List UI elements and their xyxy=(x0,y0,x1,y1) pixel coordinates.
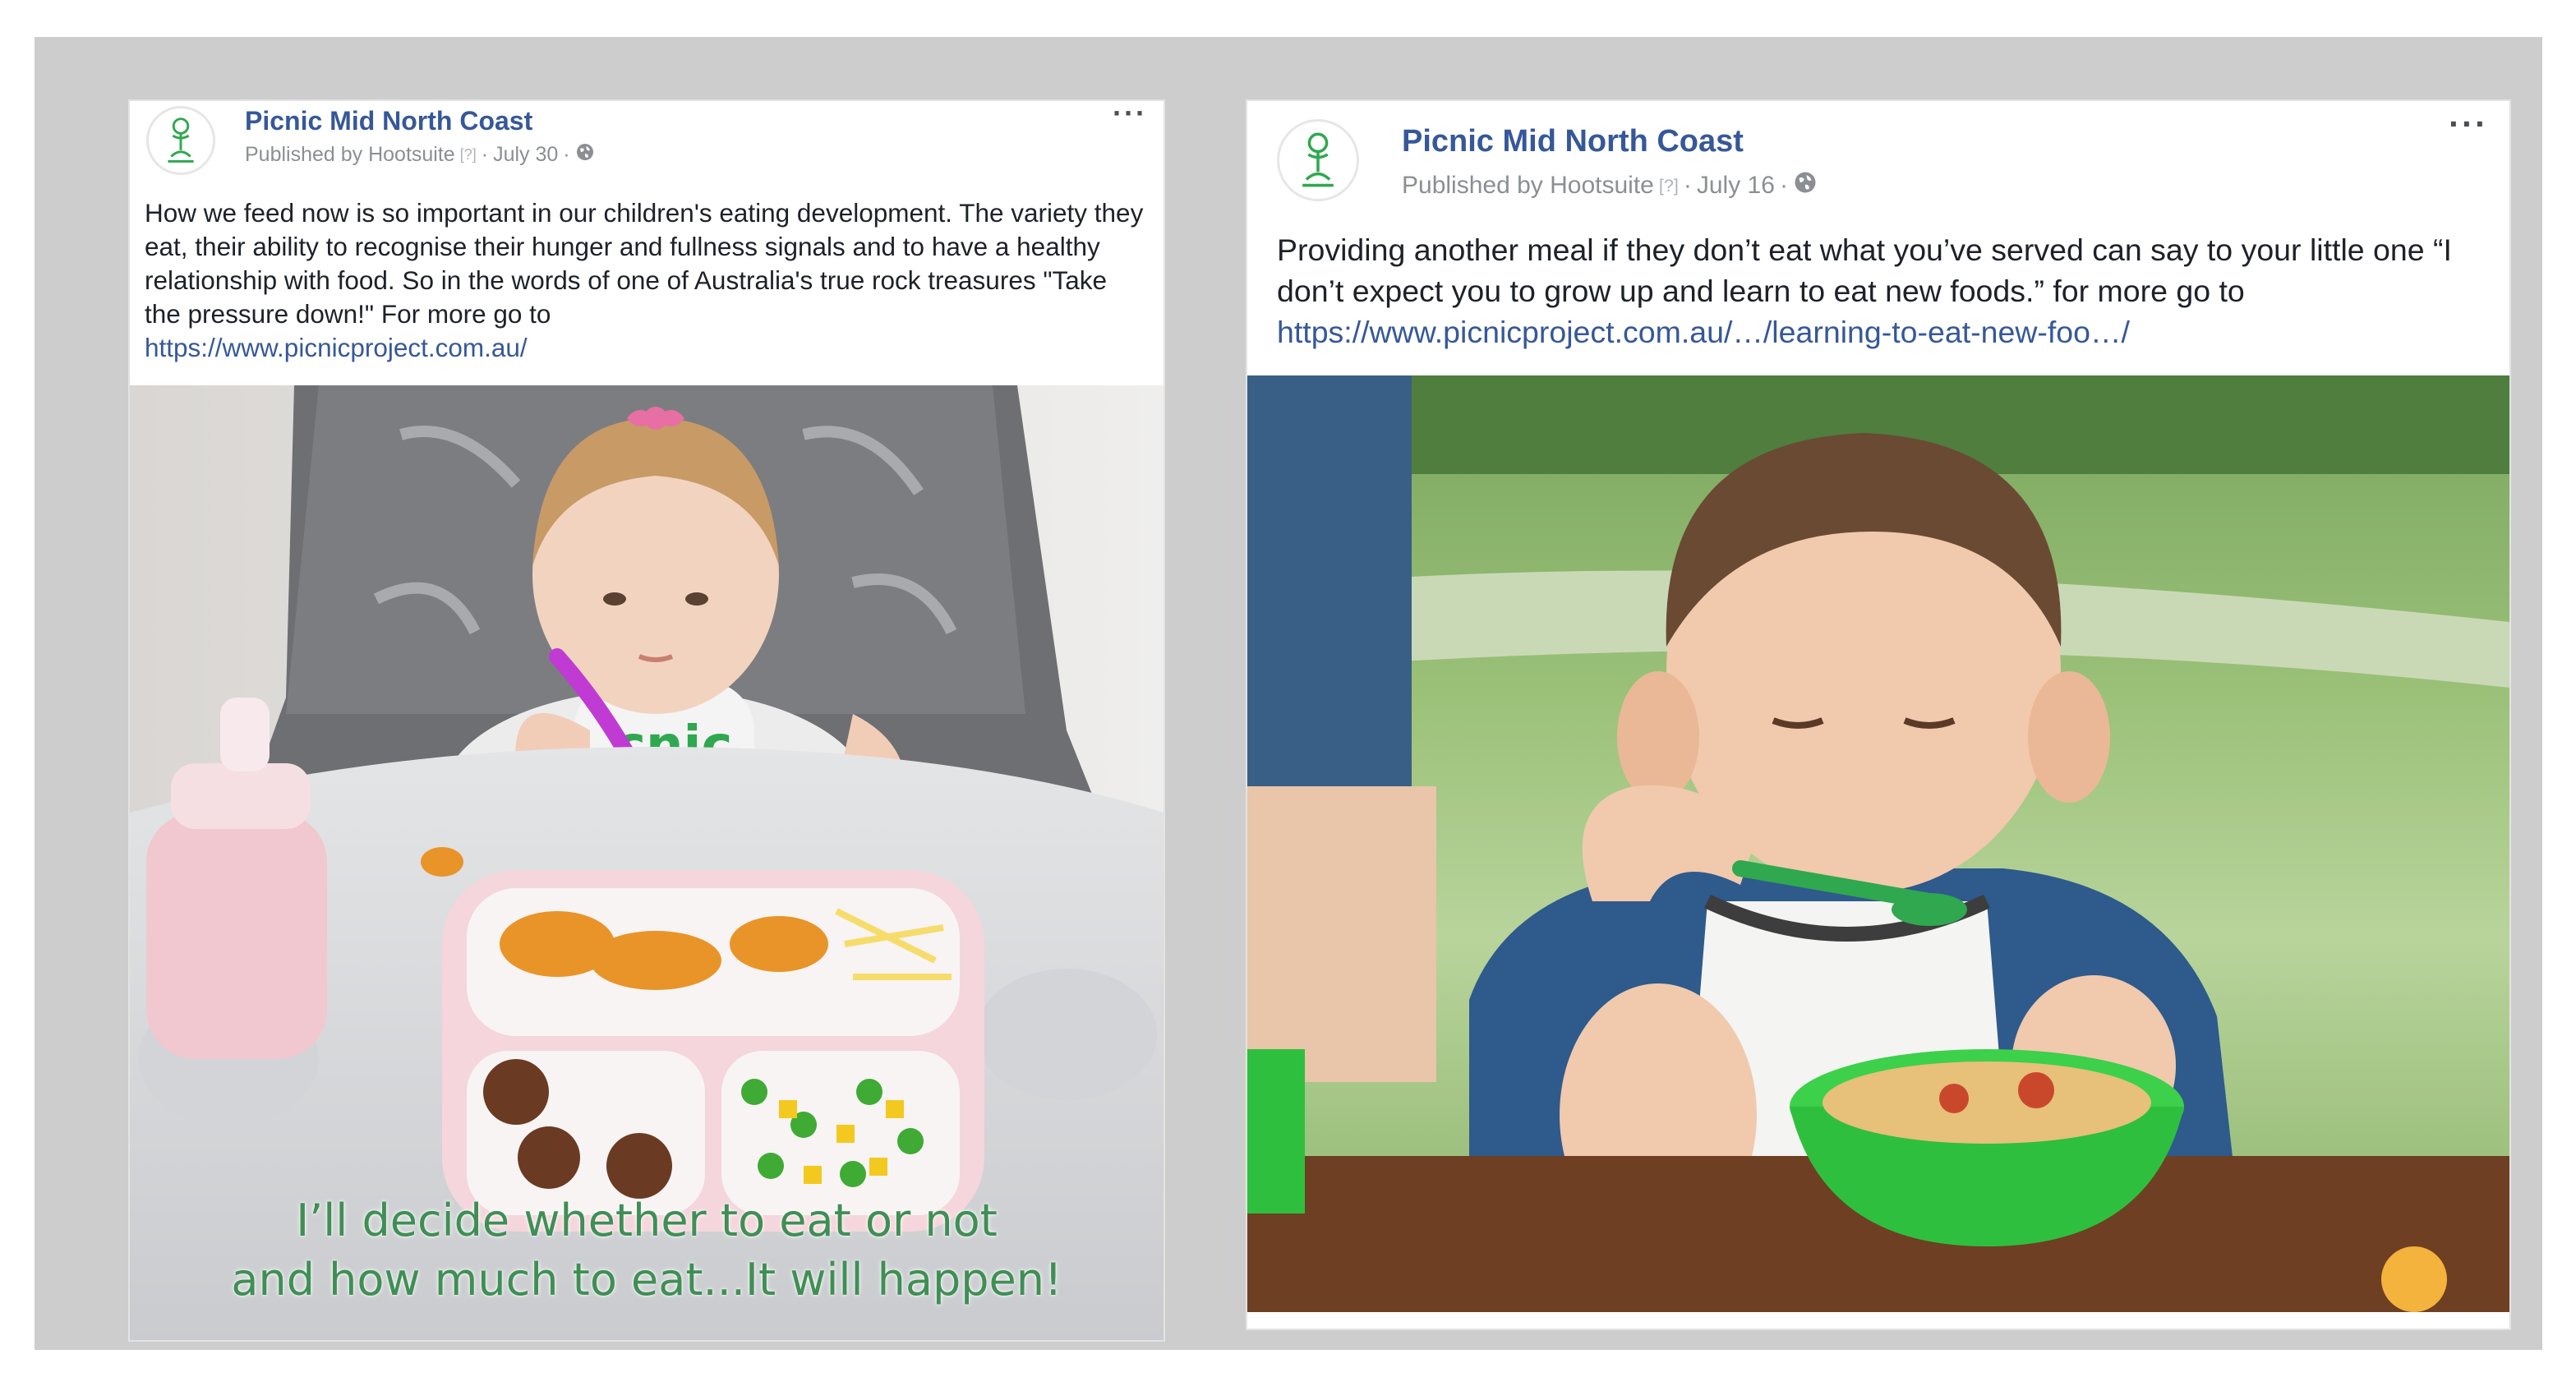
separator: · xyxy=(481,143,489,166)
separator: · xyxy=(563,143,570,166)
more-options-icon[interactable]: ··· xyxy=(1113,96,1147,131)
post-message: How we feed now is so important in our c… xyxy=(145,196,1147,365)
picnic-logo-icon xyxy=(1279,122,1357,199)
boy-eating-illustration xyxy=(1247,375,2509,1312)
page-name-link[interactable]: Picnic Mid North Coast xyxy=(245,106,532,136)
post-photo-baby-highchair[interactable]: cnic I’ll decide whether to eat or not a… xyxy=(130,385,1164,1340)
separator: · xyxy=(1779,172,1788,199)
post-message-text: How we feed now is so important in our c… xyxy=(145,198,1144,329)
post-date-link[interactable]: July 30 xyxy=(493,143,558,167)
facebook-post-1: Picnic Mid North Coast Published by Hoot… xyxy=(130,96,1164,1340)
separator: · xyxy=(1683,172,1692,199)
screenshot-frame: Picnic Mid North Coast Published by Hoot… xyxy=(35,37,2542,1350)
photo-caption-line-1: I’ll decide whether to eat or not xyxy=(296,1195,998,1246)
globe-icon xyxy=(1793,170,1818,201)
page-avatar[interactable] xyxy=(1277,119,1359,201)
published-by: Published by Hootsuite xyxy=(1402,172,1654,199)
page-name-link[interactable]: Picnic Mid North Coast xyxy=(1402,124,1744,159)
published-by: Published by Hootsuite xyxy=(245,143,455,166)
post-message-text: Providing another meal if they don’t eat… xyxy=(1277,233,2452,308)
post-message: Providing another meal if they don’t eat… xyxy=(1277,229,2493,352)
page-avatar[interactable] xyxy=(146,106,215,175)
post-link[interactable]: https://www.picnicproject.com.au/…/learn… xyxy=(1277,315,2130,349)
post-meta: Published by Hootsuite [?] · July 16 · xyxy=(1402,170,1818,201)
help-mark[interactable]: [?] xyxy=(460,146,477,163)
post-date-link[interactable]: July 16 xyxy=(1697,172,1775,200)
post-link[interactable]: https://www.picnicproject.com.au/ xyxy=(145,333,528,362)
globe-icon xyxy=(575,142,595,168)
more-options-icon[interactable]: ··· xyxy=(2449,104,2488,144)
facebook-post-2: Picnic Mid North Coast Published by Hoot… xyxy=(1247,101,2509,1329)
post-meta: Published by Hootsuite [?] · July 30 · xyxy=(245,142,595,168)
help-mark[interactable]: [?] xyxy=(1659,175,1679,196)
photo-caption-line-2: and how much to eat...It will happen! xyxy=(231,1254,1062,1306)
picnic-logo-icon xyxy=(149,108,213,173)
post-photo-boy-eating[interactable] xyxy=(1247,375,2509,1312)
